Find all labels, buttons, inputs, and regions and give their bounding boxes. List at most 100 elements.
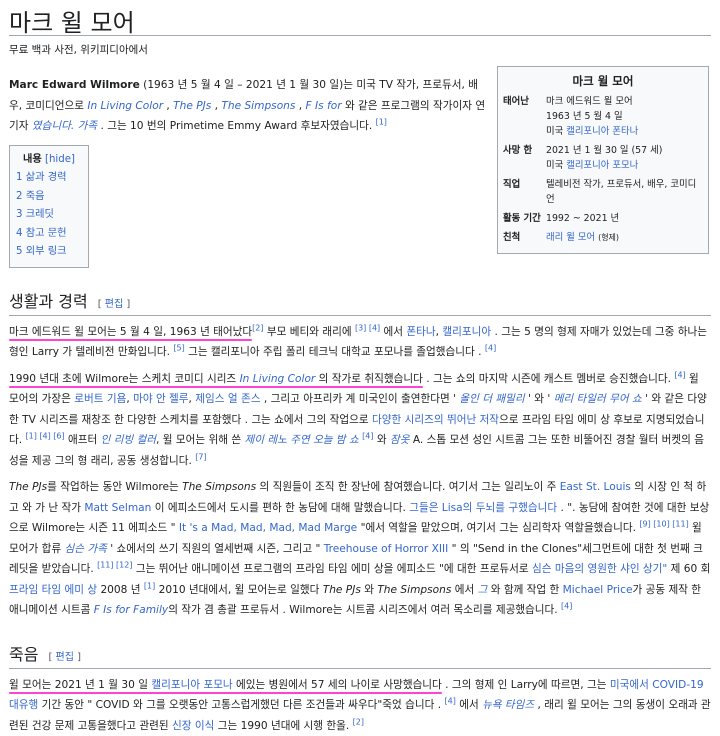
highlighted-sentence: 윌 모어는 2021 년 1 월 30 일 캘리포니아 포모나 에있는 병원에서… xyxy=(9,679,442,691)
toc-item-label[interactable]: 죽음 xyxy=(26,191,45,202)
show-title: The PJs xyxy=(9,481,47,493)
reference-link[interactable]: [4] xyxy=(485,343,496,352)
text-link[interactable]: East St. Louis xyxy=(560,481,631,493)
text-link[interactable]: Matt Selman xyxy=(84,502,151,514)
text-link[interactable]: 인 리빙 컬러 xyxy=(101,434,156,446)
reference-link[interactable]: [9] [10] [11] xyxy=(639,519,688,528)
toc-item-label[interactable]: 외부 링크 xyxy=(26,246,67,257)
reference-link[interactable]: [5] xyxy=(173,343,184,352)
section-edit: [ 편집 ] xyxy=(48,652,81,663)
reference-link[interactable]: [1] xyxy=(376,117,387,126)
toc-item-label[interactable]: 삶과 경력 xyxy=(26,172,67,183)
text-link[interactable]: 심슨 마음의 영원한 샤인 상기" xyxy=(532,563,667,575)
infobox-born-label: 태어난 xyxy=(503,94,546,139)
infobox-relatives-label: 친척 xyxy=(503,230,546,245)
text-link[interactable]: In Living Color xyxy=(240,373,316,385)
text-link[interactable]: 심슨 가족 xyxy=(64,543,106,555)
table-of-contents: 내용 [hide] 1 삶과 경력 2 죽음 3 크레딧 4 참고 문헌 5 외… xyxy=(9,145,89,268)
body-text: . 그의 형제 인 Larry에 따르면, 그는 xyxy=(442,679,610,691)
reference-link[interactable]: [7] xyxy=(195,452,206,461)
intro-show-link[interactable]: 였습니다. 가족 xyxy=(32,120,97,132)
body-text: 기간 동안 " COVID 와 그를 오랫동안 고통스럽게했던 다른 조건들과 … xyxy=(38,699,441,711)
body-text: ' 쇼에서의 쓰기 직원의 열세번째 시즌, 그리고 " xyxy=(107,543,324,555)
text-link[interactable]: 캘리포니아 포모나 xyxy=(151,679,232,691)
page-title: 마크 윌 모어 xyxy=(9,0,711,36)
text-link[interactable]: Treehouse of Horror XIII xyxy=(324,543,449,555)
toc-hide-link[interactable]: [hide] xyxy=(45,154,75,165)
reference-link[interactable]: [4] xyxy=(444,696,455,705)
toc-item[interactable]: 5 외부 링크 xyxy=(16,243,82,262)
toc-title: 내용 xyxy=(23,154,42,165)
text-link[interactable]: 폰타나 xyxy=(406,326,435,338)
reference-link[interactable]: [2] xyxy=(252,323,263,332)
infobox-died-place-link[interactable]: 캘리포니아 포모나 xyxy=(566,160,638,171)
section-heading-text: 생활과 경력 xyxy=(9,292,88,311)
toc-item-label[interactable]: 크레딧 xyxy=(26,209,54,220)
edit-link[interactable]: 편집 xyxy=(105,299,123,310)
section-edit: [ 편집 ] xyxy=(98,299,131,310)
life-paragraph-3: The PJs를 작업하는 동안 Wilmore는 The Simpsons 의… xyxy=(9,477,711,621)
text-link[interactable]: 제임스 얼 존스 xyxy=(195,393,260,405)
body-text: . 그는 쇼의 마지막 시즌에 캐스트 멤버로 승진했습니다. xyxy=(423,373,671,385)
infobox-job-value: 텔레비전 작가, 프로듀서, 배우, 코미디언 xyxy=(546,177,703,207)
reference-link[interactable]: [11] [12] xyxy=(97,560,132,569)
toc-item-label[interactable]: 참고 문헌 xyxy=(26,228,67,239)
infobox-born-country: 미국 xyxy=(546,126,563,137)
highlighted-sentence: 마크 에드워드 윌 모어는 5 월 4 일, 1963 년 태어났다 xyxy=(9,326,252,338)
body-text: 에서 xyxy=(380,326,406,338)
body-text: 에서 xyxy=(456,699,482,711)
text-link[interactable]: 캘리포니아 xyxy=(442,326,491,338)
text-link[interactable]: 올인 더 패밀리 xyxy=(459,393,524,405)
body-text: 제 60 회 xyxy=(667,563,710,575)
body-text: 2010 년대에서, 윌 모어는로 일했다 xyxy=(155,584,323,596)
text-link[interactable]: 그들은 Lisa의 두뇌를 구했습니다 xyxy=(409,502,557,514)
text-link[interactable]: 잠옷 xyxy=(390,434,410,446)
reference-link[interactable]: [4] xyxy=(561,601,572,610)
reference-link[interactable]: [1] [4] [6] xyxy=(26,431,65,440)
intro-show-link[interactable]: The PJs xyxy=(173,100,211,112)
reference-link[interactable]: [4] xyxy=(362,431,373,440)
infobox-relatives-link[interactable]: 래리 윌 모어 xyxy=(546,232,595,243)
intro-show-link[interactable]: The Simpsons xyxy=(221,100,295,112)
intro-show-link[interactable]: In Living Color xyxy=(87,100,163,112)
reference-link[interactable]: [2] xyxy=(353,717,364,726)
text-link[interactable]: F Is for Family xyxy=(94,604,168,616)
infobox-born-place-link[interactable]: 캘리포니아 폰타나 xyxy=(566,126,638,137)
toc-item-number: 5 xyxy=(16,246,22,257)
toc-item-number: 2 xyxy=(16,191,22,202)
infobox-died-value: 2021 년 1 월 30 일 (57 세) 미국 캘리포니아 포모나 xyxy=(546,143,703,173)
infobox-born-row: 태어난 마크 에드워드 윌 모어 1963 년 5 월 4 일 미국 캘리포니아… xyxy=(503,94,703,139)
text-link[interactable]: Michael Price xyxy=(563,584,633,596)
toc-item[interactable]: 1 삶과 경력 xyxy=(16,169,82,188)
infobox-died-label: 사망 한 xyxy=(503,143,546,173)
intro-text: . 그는 10 번의 Primetime Emmy Award 후보자였습니다. xyxy=(97,120,372,132)
intro-sep: , xyxy=(211,100,221,112)
infobox-job-label: 직업 xyxy=(503,177,546,207)
infobox-died-date: 2021 년 1 월 30 일 (57 세) xyxy=(546,143,703,158)
intro-name: Marc Edward Wilmore xyxy=(9,79,140,91)
toc-item[interactable]: 4 참고 문헌 xyxy=(16,225,82,244)
text-link[interactable]: 로버트 기욤 xyxy=(74,393,126,405)
edit-link[interactable]: 편집 xyxy=(56,652,74,663)
text-link[interactable]: 프라임 타임 에미 상 xyxy=(9,584,97,596)
text-link[interactable]: 마야 안 젤루 xyxy=(133,393,188,405)
body-text: 의 작가로 취직했습니다 xyxy=(315,373,423,385)
text-link[interactable]: 제이 레노 주연 오늘 밤 쇼 xyxy=(244,434,358,446)
text-link[interactable]: 메리 타일러 무어 쇼 xyxy=(554,393,642,405)
reference-link[interactable]: [4] xyxy=(674,370,685,379)
reference-link[interactable]: [1] xyxy=(144,581,155,590)
text-link[interactable]: It 's a Mad, Mad, Mad, Mad Marge xyxy=(179,522,357,534)
text-link[interactable]: 다양한 시리즈의 뛰어난 저작 xyxy=(372,414,499,426)
body-text: 그는 뛰어난 애니메이션 프로그램의 프라임 타임 에미 상을 에피소드 "에 … xyxy=(132,563,532,575)
body-text: 그는 캘리포니아 주립 폴리 테크닉 대학교 포모나를 졸업했습니다 . xyxy=(185,346,482,358)
toc-item[interactable]: 3 크레딧 xyxy=(16,206,82,225)
text-link[interactable]: 그 xyxy=(478,584,488,596)
life-paragraph-1: 마크 에드워드 윌 모어는 5 월 4 일, 1963 년 태어났다[2] 부모… xyxy=(9,322,711,363)
reference-link[interactable]: [3] [4] xyxy=(355,323,380,332)
show-title: The PJs xyxy=(323,584,361,596)
intro-show-link[interactable]: F Is for xyxy=(306,100,342,112)
text-link[interactable]: 신장 이식 xyxy=(172,720,214,732)
text-link[interactable]: 뉴욕 타임즈 xyxy=(482,699,534,711)
infobox-born-value: 마크 에드워드 윌 모어 1963 년 5 월 4 일 미국 캘리포니아 폰타나 xyxy=(546,94,703,139)
toc-item[interactable]: 2 죽음 xyxy=(16,188,82,207)
